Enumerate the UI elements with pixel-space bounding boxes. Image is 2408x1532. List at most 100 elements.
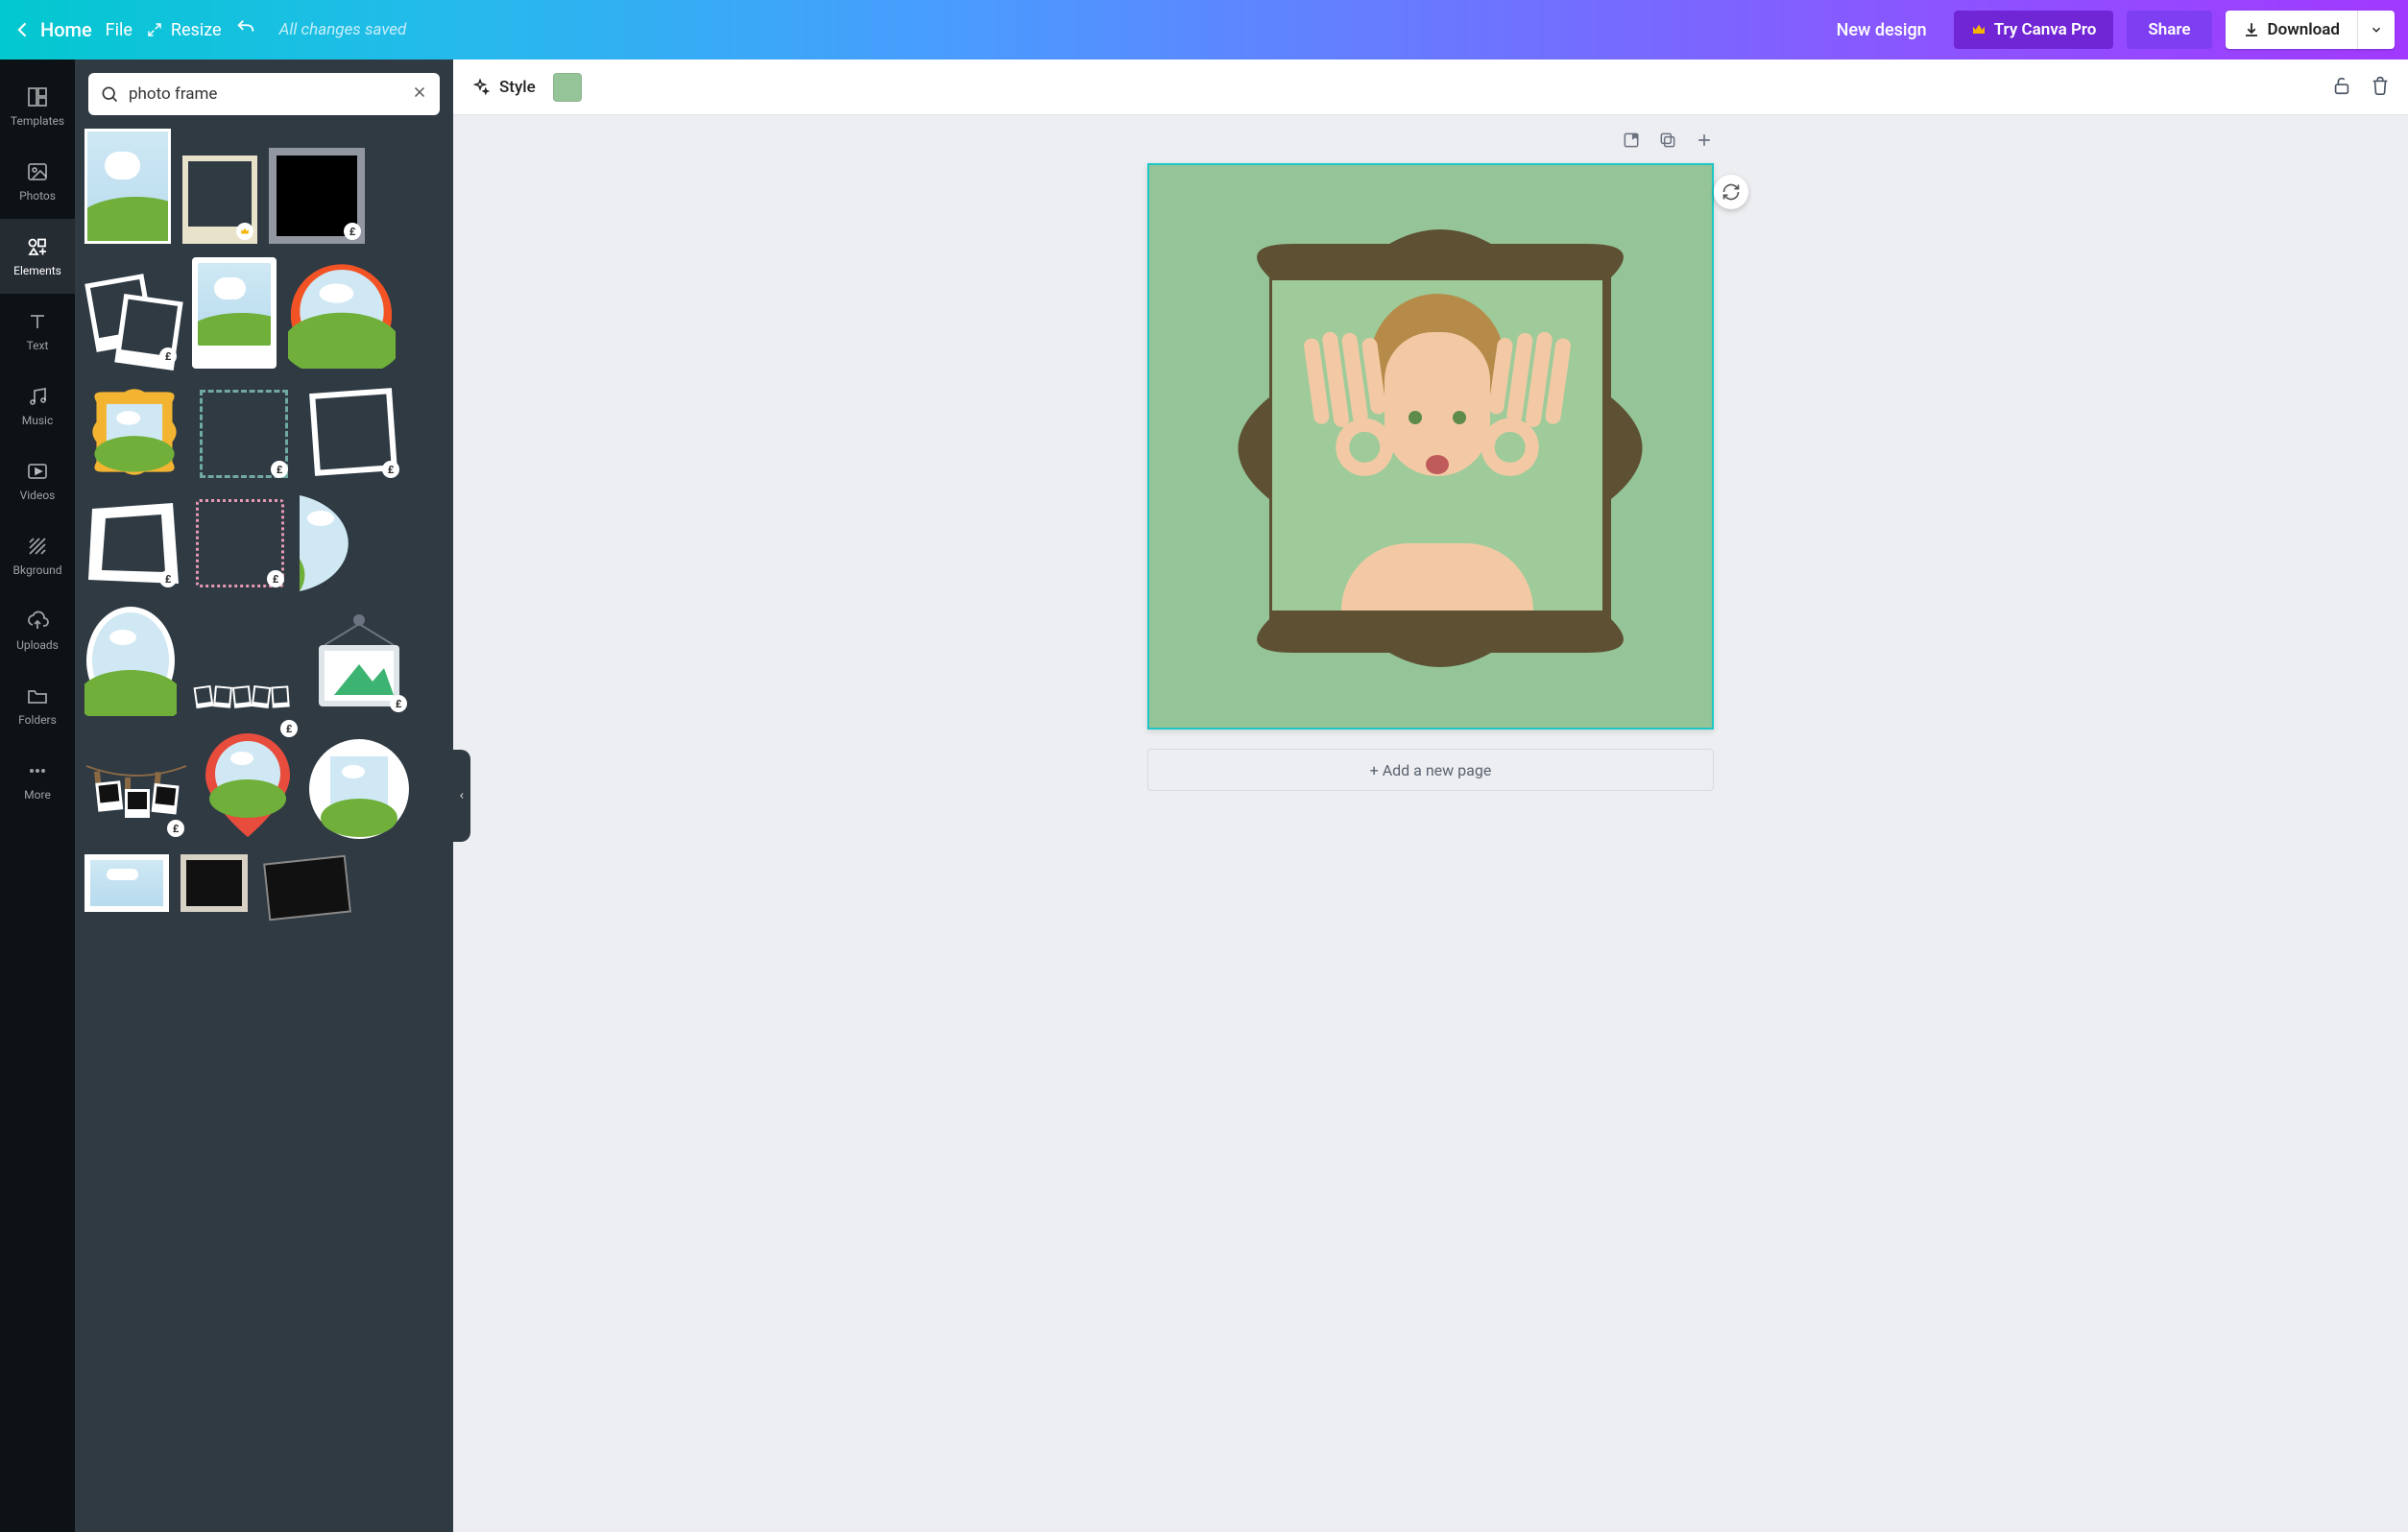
result-frame-scallop-pink[interactable]: £ [192, 495, 288, 591]
rail-videos-label: Videos [20, 489, 56, 502]
download-button[interactable]: Download [2226, 11, 2357, 49]
videos-icon [26, 460, 49, 483]
rail-background[interactable]: Bkground [0, 518, 75, 593]
badge-paid: £ [271, 461, 288, 478]
result-frame-ornate-yellow[interactable] [84, 382, 184, 482]
close-icon [411, 84, 428, 101]
result-frame-grey-border[interactable]: £ [269, 148, 365, 244]
clear-search-button[interactable] [411, 83, 428, 106]
plus-icon [1695, 131, 1714, 150]
regenerate-button[interactable] [1714, 175, 1748, 209]
undo-icon [235, 17, 256, 38]
crown-icon [1971, 22, 1987, 37]
badge-paid: £ [167, 820, 184, 837]
background-icon [26, 535, 49, 558]
top-menu-bar: Home File Resize All changes saved New d… [0, 0, 2408, 60]
rail-music-label: Music [22, 414, 53, 427]
result-frame-red-map-pin[interactable] [200, 730, 296, 841]
result-frame-perspective-white[interactable]: £ [84, 495, 181, 591]
new-design-button[interactable]: New design [1823, 12, 1940, 48]
result-frame-clothesline[interactable]: £ [84, 760, 188, 841]
design-page[interactable] [1147, 163, 1714, 730]
result-frame-tilted-dark[interactable] [259, 864, 355, 912]
photos-icon [26, 160, 49, 183]
text-icon [26, 310, 49, 333]
badge-paid: £ [390, 695, 407, 712]
file-menu[interactable]: File [106, 20, 132, 40]
collapse-side-panel-button[interactable] [453, 750, 470, 842]
result-frame-oval-landscape[interactable] [84, 605, 177, 716]
note-icon [1622, 131, 1641, 150]
result-frame-portrait-landscape[interactable] [84, 129, 171, 244]
style-button[interactable]: Style [470, 78, 536, 97]
badge-pro [236, 223, 253, 240]
result-frame-thick-white[interactable] [84, 854, 169, 912]
rail-uploads[interactable]: Uploads [0, 593, 75, 668]
rail-folders[interactable]: Folders [0, 668, 75, 743]
photo-person-with-hand-goggles [1293, 294, 1581, 610]
result-frame-hanging-picture[interactable]: £ [307, 612, 411, 716]
rail-folders-label: Folders [18, 713, 57, 727]
rail-background-label: Bkground [13, 563, 62, 577]
uploads-icon [26, 610, 49, 633]
result-frame-dark-square[interactable] [181, 854, 248, 912]
home-button[interactable]: Home [13, 18, 92, 41]
result-frame-half-circle[interactable] [300, 495, 376, 591]
rail-elements[interactable]: Elements [0, 219, 75, 294]
page-fill-color-chip[interactable] [553, 73, 582, 102]
rail-templates[interactable]: Templates [0, 69, 75, 144]
elements-side-panel: £ £ [75, 60, 453, 1532]
page-notes-button[interactable] [1622, 131, 1641, 154]
rail-text[interactable]: Text [0, 294, 75, 369]
result-frame-polaroid-cream[interactable] [182, 156, 257, 244]
resize-button[interactable]: Resize [146, 20, 222, 40]
resize-icon [146, 21, 163, 38]
resize-label: Resize [171, 20, 222, 40]
delete-button[interactable] [2370, 75, 2391, 100]
result-frame-film-strip[interactable]: £ [188, 678, 296, 716]
search-icon [100, 84, 119, 104]
left-tool-rail: Templates Photos Elements Text Music Vid… [0, 60, 75, 1532]
elements-icon [26, 235, 49, 258]
save-status: All changes saved [279, 20, 407, 39]
rail-text-label: Text [27, 339, 49, 352]
search-results[interactable]: £ £ [75, 129, 453, 1532]
duplicate-page-button[interactable] [1658, 131, 1677, 154]
result-frame-dashed-teal[interactable]: £ [196, 386, 292, 482]
rail-photos[interactable]: Photos [0, 144, 75, 219]
rail-templates-label: Templates [11, 114, 64, 128]
canvas-area: Style [453, 60, 2408, 1532]
frame-photo-content[interactable] [1272, 280, 1602, 610]
unlock-icon [2331, 75, 2352, 96]
try-canva-pro-button[interactable]: Try Canva Pro [1954, 11, 2114, 49]
folders-icon [26, 684, 49, 707]
badge-paid: £ [267, 570, 284, 587]
result-frame-tilted-white[interactable]: £ [303, 382, 403, 482]
page-overflow-controls [1622, 131, 1714, 154]
badge-paid: £ [159, 347, 177, 365]
result-frame-circle-orange-pin[interactable] [288, 261, 396, 369]
add-new-page-label: + Add a new page [1370, 761, 1492, 779]
canvas-scroll[interactable]: + Add a new page [453, 115, 2408, 1532]
search-input[interactable] [129, 84, 401, 104]
download-button-group: Download [2226, 11, 2395, 49]
result-frame-card-landscape[interactable] [192, 257, 277, 369]
rail-photos-label: Photos [19, 189, 56, 203]
lock-button[interactable] [2331, 75, 2352, 100]
rail-videos[interactable]: Videos [0, 443, 75, 518]
more-icon [26, 759, 49, 782]
undo-button[interactable] [235, 17, 256, 42]
add-page-inline-button[interactable] [1695, 131, 1714, 154]
sparkle-icon [470, 78, 490, 97]
duplicate-icon [1658, 131, 1677, 150]
rail-music[interactable]: Music [0, 369, 75, 443]
result-frame-polaroid-stack[interactable]: £ [84, 273, 181, 369]
download-dropdown-toggle[interactable] [2357, 11, 2395, 49]
result-frame-circle-polaroid[interactable] [307, 737, 411, 841]
rail-elements-label: Elements [13, 264, 61, 277]
share-button[interactable]: Share [2127, 11, 2211, 49]
rail-more[interactable]: More [0, 743, 75, 818]
add-new-page-button[interactable]: + Add a new page [1147, 749, 1714, 791]
try-pro-label: Try Canva Pro [1994, 20, 2097, 39]
chevron-left-icon [13, 20, 33, 39]
